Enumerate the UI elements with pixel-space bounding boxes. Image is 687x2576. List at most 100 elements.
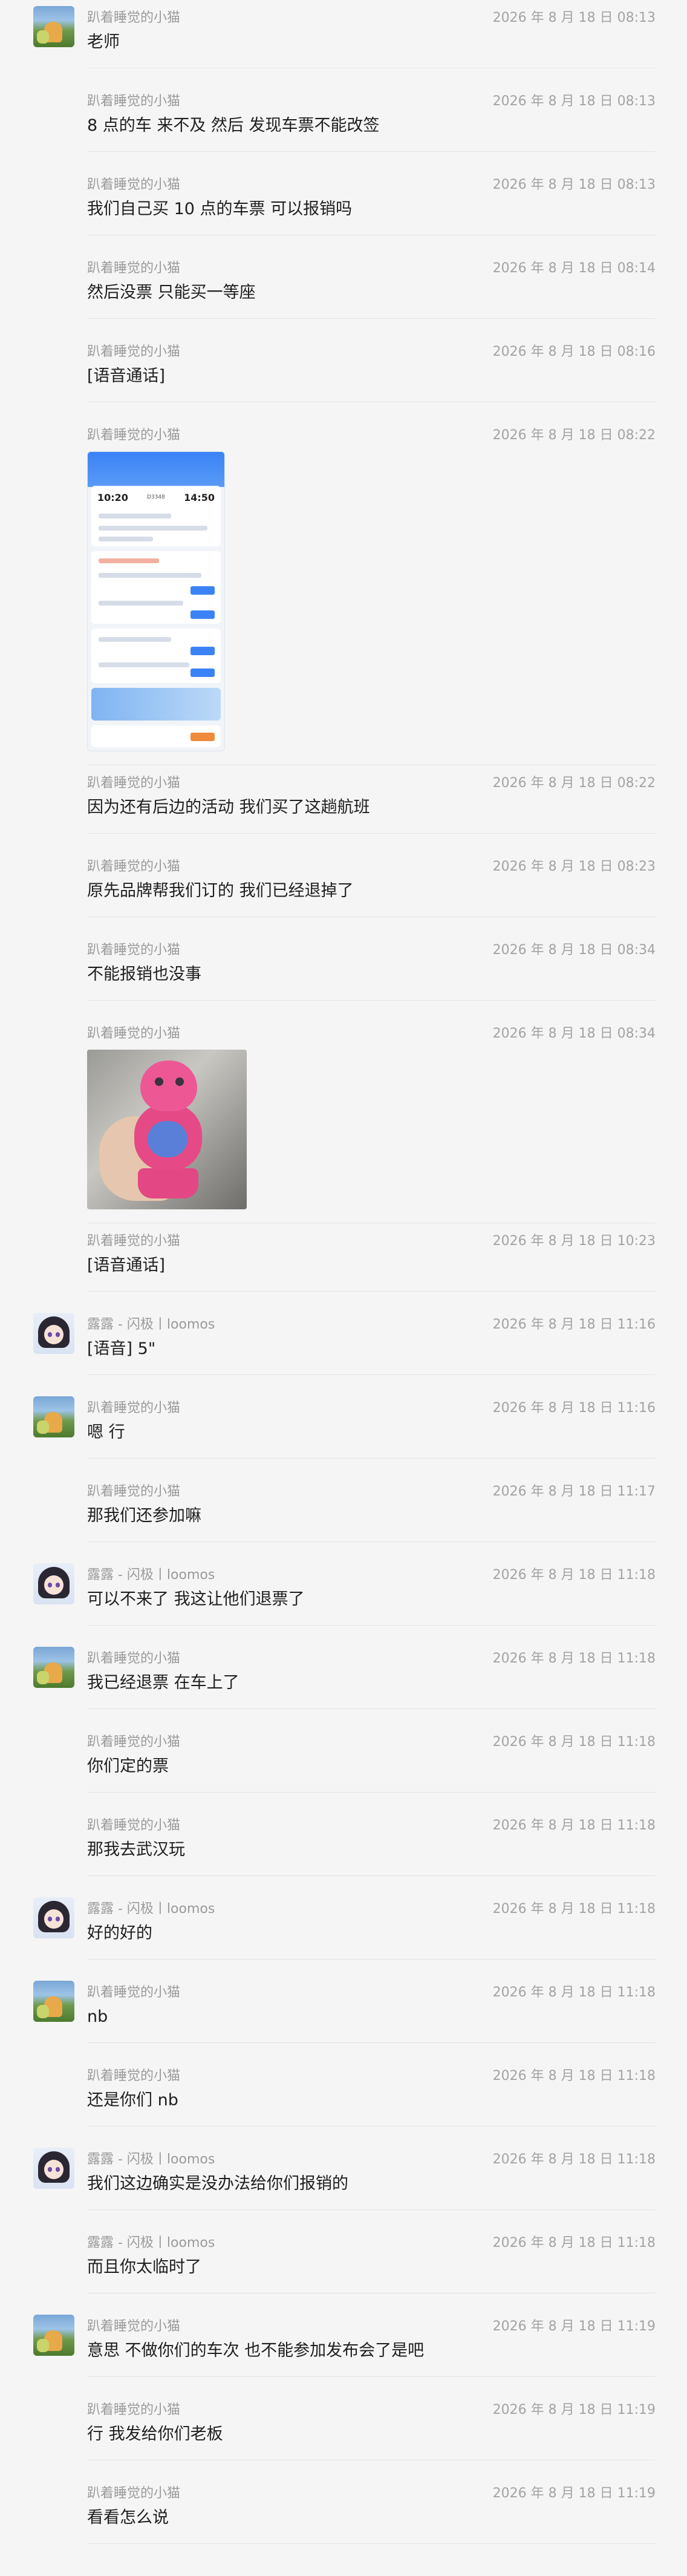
sender-name: 趴着睡觉的小猫 (87, 1234, 181, 1249)
sender-name: 趴着睡觉的小猫 (87, 1026, 181, 1041)
sender-name: 露露 - 闪极丨loomos (87, 2152, 215, 2167)
message-text: 然后没票 只能买一等座 (87, 283, 256, 302)
message-text: 而且你太临时了 (87, 2258, 201, 2277)
departure-time: 10:20 (97, 492, 128, 503)
chat-message: 趴着睡觉的小猫 2026 年 8 月 18 日 08:22 因为还有后边的活动 我们… (0, 765, 687, 849)
sender-name: 露露 - 闪极丨loomos (87, 1901, 215, 1917)
message-text: 因为还有后边的活动 我们买了这趟航班 (87, 798, 370, 817)
chat-message: 趴着睡觉的小猫 2026 年 8 月 18 日 08:23 原先品牌帮我们订的 我们… (0, 849, 687, 932)
chat-message: 露露 - 闪极丨loomos 2026 年 8 月 18 日 11:18 而且你太临… (0, 2225, 687, 2309)
sender-name: 露露 - 闪极丨loomos (87, 1568, 215, 1583)
avatar[interactable] (33, 1897, 74, 1938)
chat-message: 趴着睡觉的小猫 2026 年 8 月 18 日 08:14 然后没票 只能买一等座 (0, 250, 687, 334)
avatar[interactable] (33, 6, 74, 47)
chat-message: 趴着睡觉的小猫 2026 年 8 月 18 日 11:19 看看怎么说 (0, 2476, 687, 2559)
timestamp: 2026 年 8 月 18 日 11:18 (492, 1901, 656, 1917)
avatar[interactable] (33, 2315, 74, 2356)
timestamp: 2026 年 8 月 18 日 08:22 (492, 776, 656, 791)
sender-name: 趴着睡觉的小猫 (87, 943, 181, 958)
chat-message: 趴着睡觉的小猫 2026 年 8 月 18 日 11:17 那我们还参加嘛 (0, 1474, 687, 1557)
sender-name: 趴着睡觉的小猫 (87, 1484, 181, 1499)
timestamp: 2026 年 8 月 18 日 08:13 (492, 94, 656, 109)
sender-name: 趴着睡觉的小猫 (87, 2402, 181, 2417)
chat-message: 露露 - 闪极丨loomos 2026 年 8 月 18 日 11:18 我们这边确… (0, 2142, 687, 2225)
sender-name: 趴着睡觉的小猫 (87, 2319, 181, 2334)
arrival-time: 14:50 (184, 492, 215, 503)
message-text: 还是你们 nb (87, 2091, 178, 2110)
sender-name: 趴着睡觉的小猫 (87, 428, 181, 443)
timestamp: 2026 年 8 月 18 日 11:18 (492, 1734, 656, 1750)
sender-name: 趴着睡觉的小猫 (87, 344, 181, 359)
timestamp: 2026 年 8 月 18 日 08:23 (492, 859, 656, 874)
sender-name: 趴着睡觉的小猫 (87, 859, 181, 874)
avatar[interactable] (33, 1563, 74, 1604)
sender-name: 趴着睡觉的小猫 (87, 94, 181, 109)
chat-message: 趴着睡觉的小猫 2026 年 8 月 18 日 08:13 8 点的车 来不及 然后… (0, 83, 687, 167)
timestamp: 2026 年 8 月 18 日 11:18 (492, 2068, 656, 2084)
sender-name: 趴着睡觉的小猫 (87, 10, 181, 25)
message-text: 原先品牌帮我们订的 我们已经退掉了 (87, 881, 354, 900)
avatar[interactable] (33, 1313, 74, 1354)
message-text: 老师 (87, 33, 120, 51)
message-text: 我已经退票 在车上了 (87, 1673, 239, 1692)
chat-history: 趴着睡觉的小猫 2026 年 8 月 18 日 08:13 老师 趴着睡觉的小猫 202… (0, 0, 687, 2576)
chat-message: 趴着睡觉的小猫 2026 年 8 月 18 日 08:16 [语音通话] (0, 334, 687, 417)
chat-message: 露露 - 闪极丨loomos 2026 年 8 月 18 日 11:18 好的好的 (0, 1891, 687, 1975)
sender-name: 趴着睡觉的小猫 (87, 177, 181, 192)
sender-name: 趴着睡觉的小猫 (87, 1401, 181, 1416)
timestamp: 2026 年 8 月 18 日 08:22 (492, 428, 656, 443)
message-text: [语音通话] (87, 1256, 166, 1275)
timestamp: 2026 年 8 月 18 日 08:14 (492, 261, 656, 276)
sender-name: 趴着睡觉的小猫 (87, 2486, 181, 2501)
timestamp: 2026 年 8 月 18 日 08:13 (492, 177, 656, 192)
timestamp: 2026 年 8 月 18 日 11:16 (492, 1317, 656, 1332)
chat-message: 趴着睡觉的小猫 2026 年 8 月 18 日 08:13 老师 (0, 0, 687, 83)
message-text: 意思 不做你们的车次 也不能参加发布会了是吧 (87, 2341, 425, 2360)
message-text: [语音] 5" (87, 1339, 156, 1358)
sender-name: 露露 - 闪极丨loomos (87, 2235, 215, 2251)
timestamp: 2026 年 8 月 18 日 11:17 (492, 1484, 656, 1499)
sender-name: 趴着睡觉的小猫 (87, 1651, 181, 1666)
message-text: 你们定的票 (87, 1757, 169, 1776)
avatar[interactable] (33, 2148, 74, 2189)
timestamp: 2026 年 8 月 18 日 11:18 (492, 1985, 656, 2000)
chat-message: 趴着睡觉的小猫 2026 年 8 月 18 日 08:13 我们自己买 10 点的车… (0, 167, 687, 250)
timestamp: 2026 年 8 月 18 日 11:19 (492, 2319, 656, 2334)
chat-message: 露露 - 闪极丨loomos 2026 年 8 月 18 日 11:16 [语音] … (0, 1307, 687, 1390)
ticket-screenshot-image[interactable]: 10:20 14:50 D3348 (87, 451, 225, 751)
chat-message: 趴着睡觉的小猫 2026 年 8 月 18 日 11:18 nb (0, 1975, 687, 2058)
chat-message: 趴着睡觉的小猫 2026 年 8 月 18 日 11:18 那我去武汉玩 (0, 1808, 687, 1891)
chat-message: 趴着睡觉的小猫 2026 年 8 月 18 日 11:18 还是你们 nb (0, 2058, 687, 2142)
message-text: 行 我发给你们老板 (87, 2425, 223, 2444)
message-text: nb (87, 2007, 108, 2026)
message-text: 可以不来了 我这让他们退票了 (87, 1590, 305, 1609)
chat-message: 趴着睡觉的小猫 2026 年 8 月 18 日 08:34 不能报销也没事 (0, 932, 687, 1016)
timestamp: 2026 年 8 月 18 日 11:18 (492, 1818, 656, 1833)
chat-message: 趴着睡觉的小猫 2026 年 8 月 18 日 11:18 我已经退票 在车上了 (0, 1641, 687, 1724)
message-text: 那我们还参加嘛 (87, 1506, 201, 1525)
timestamp: 2026 年 8 月 18 日 11:16 (492, 1401, 656, 1416)
chat-message: 趴着睡觉的小猫 2026 年 8 月 18 日 10:23 [语音通话] (0, 1223, 687, 1307)
timestamp: 2026 年 8 月 18 日 11:18 (492, 2152, 656, 2167)
timestamp: 2026 年 8 月 18 日 11:19 (492, 2486, 656, 2501)
message-text: [语音通话] (87, 367, 166, 385)
toy-photo-image[interactable] (87, 1050, 247, 1209)
chat-message: 趴着睡觉的小猫 2026 年 8 月 18 日 11:16 嗯 行 (0, 1390, 687, 1474)
message-text: 好的好的 (87, 1924, 152, 1943)
chat-message: 趴着睡觉的小猫 2026 年 8 月 18 日 11:18 你们定的票 (0, 1724, 687, 1808)
message-text: 那我去武汉玩 (87, 1840, 185, 1859)
timestamp: 2026 年 8 月 18 日 08:34 (492, 1026, 656, 1041)
chat-message: 趴着睡觉的小猫 2026 年 8 月 18 日 08:34 (0, 1016, 687, 1223)
timestamp: 2026 年 8 月 18 日 11:19 (492, 2402, 656, 2417)
timestamp: 2026 年 8 月 18 日 11:18 (492, 1651, 656, 1666)
message-text: 不能报销也没事 (87, 965, 201, 984)
avatar[interactable] (33, 1647, 74, 1688)
avatar[interactable] (33, 1981, 74, 2022)
chat-message: 露露 - 闪极丨loomos 2026 年 8 月 18 日 11:18 可以不来了… (0, 1557, 687, 1641)
timestamp: 2026 年 8 月 18 日 11:18 (492, 1568, 656, 1583)
sender-name: 趴着睡觉的小猫 (87, 1734, 181, 1750)
sender-name: 趴着睡觉的小猫 (87, 261, 181, 276)
message-text: 8 点的车 来不及 然后 发现车票不能改签 (87, 116, 380, 135)
message-text: 嗯 行 (87, 1423, 125, 1442)
avatar[interactable] (33, 1396, 74, 1437)
